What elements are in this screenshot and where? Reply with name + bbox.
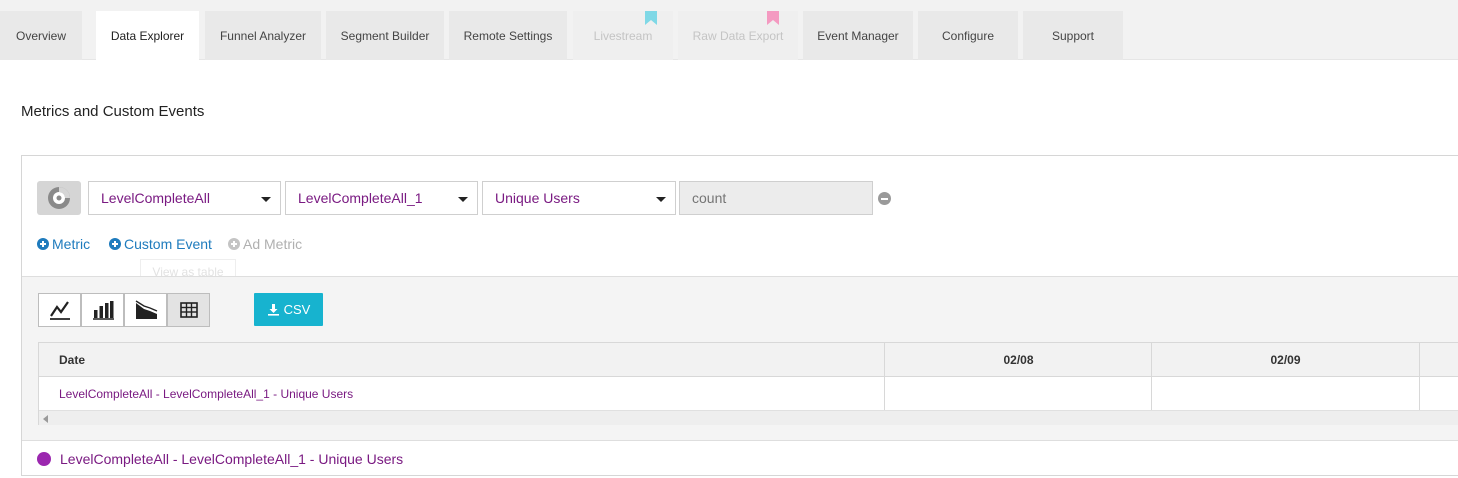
chevron-down-icon bbox=[458, 197, 468, 202]
table-row-label: LevelCompleteAll - LevelCompleteAll_1 - … bbox=[59, 386, 354, 401]
chevron-down-icon bbox=[261, 197, 271, 202]
plus-circle-icon bbox=[228, 238, 240, 250]
add-ad-metric-label: Ad Metric bbox=[243, 236, 303, 252]
count-input[interactable] bbox=[679, 181, 873, 215]
tab-event-manager[interactable]: Event Manager bbox=[803, 11, 913, 60]
add-metric-link[interactable]: Metric bbox=[37, 236, 90, 252]
table-view-button[interactable] bbox=[167, 293, 210, 327]
tab-raw-data-export-label: Raw Data Export bbox=[692, 28, 784, 43]
bar-chart-view-button[interactable] bbox=[81, 293, 124, 327]
ribbon-icon bbox=[767, 11, 779, 25]
add-custom-event-label: Custom Event bbox=[124, 236, 212, 252]
legend-label: LevelCompleteAll - LevelCompleteAll_1 - … bbox=[60, 451, 404, 467]
tab-livestream-label: Livestream bbox=[593, 28, 653, 43]
tab-data-explorer[interactable]: Data Explorer bbox=[96, 11, 199, 61]
data-table: Date 02/08 02/09 LevelCompleteAll - Leve… bbox=[38, 342, 1458, 425]
chevron-down-icon bbox=[656, 197, 666, 202]
event-select-value: LevelCompleteAll bbox=[101, 190, 210, 206]
page-title: Metrics and Custom Events bbox=[21, 103, 205, 120]
column-header-date: Date bbox=[59, 353, 86, 367]
measure-select[interactable]: Unique Users bbox=[482, 181, 676, 215]
tab-funnel-analyzer[interactable]: Funnel Analyzer bbox=[205, 11, 321, 60]
line-chart-icon bbox=[49, 301, 70, 320]
add-ad-metric-link[interactable]: Ad Metric bbox=[228, 236, 302, 252]
area-chart-icon bbox=[135, 300, 157, 319]
bar-chart-icon bbox=[92, 301, 114, 320]
event-select[interactable]: LevelCompleteAll bbox=[88, 181, 281, 215]
csv-download-button[interactable]: CSV bbox=[254, 293, 323, 326]
scroll-left-icon[interactable] bbox=[43, 415, 48, 423]
column-header-date-2: 02/09 bbox=[1270, 353, 1301, 367]
csv-label: CSV bbox=[283, 302, 311, 317]
plus-circle-icon bbox=[37, 238, 49, 250]
chart-legend[interactable]: LevelCompleteAll - LevelCompleteAll_1 - … bbox=[37, 451, 403, 467]
download-icon bbox=[267, 304, 279, 316]
plus-circle-icon bbox=[109, 238, 121, 250]
measure-select-value: Unique Users bbox=[495, 190, 580, 206]
tab-configure[interactable]: Configure bbox=[918, 11, 1018, 60]
top-nav-tabs: Overview Data Explorer Funnel Analyzer S… bbox=[0, 0, 1458, 61]
tab-overview[interactable]: Overview bbox=[0, 11, 82, 60]
param-select-value: LevelCompleteAll_1 bbox=[298, 190, 423, 206]
column-divider bbox=[1419, 343, 1420, 410]
legend-dot-icon bbox=[37, 452, 51, 466]
add-metric-label: Metric bbox=[52, 236, 91, 252]
table-cell bbox=[1152, 377, 1419, 410]
line-chart-view-button[interactable] bbox=[38, 293, 81, 327]
tab-raw-data-export[interactable]: Raw Data Export bbox=[678, 11, 798, 60]
remove-metric-button[interactable] bbox=[878, 192, 891, 205]
table-icon bbox=[179, 302, 198, 318]
param-select[interactable]: LevelCompleteAll_1 bbox=[285, 181, 478, 215]
table-cell bbox=[885, 377, 1152, 410]
tab-support[interactable]: Support bbox=[1023, 11, 1123, 60]
column-header-date-1: 02/08 bbox=[1003, 353, 1034, 367]
horizontal-scrollbar[interactable] bbox=[39, 410, 1458, 425]
add-custom-event-link[interactable]: Custom Event bbox=[109, 236, 212, 252]
pie-chart-icon[interactable] bbox=[37, 181, 81, 215]
tab-livestream[interactable]: Livestream bbox=[573, 11, 673, 60]
results-area: CSV Date 02/08 02/09 LevelCompleteAll - … bbox=[22, 276, 1458, 441]
tab-remote-settings[interactable]: Remote Settings bbox=[449, 11, 567, 60]
area-chart-view-button[interactable] bbox=[124, 293, 167, 327]
metrics-panel: LevelCompleteAll LevelCompleteAll_1 Uniq… bbox=[21, 155, 1458, 476]
tab-segment-builder[interactable]: Segment Builder bbox=[326, 11, 444, 60]
ribbon-icon bbox=[645, 11, 657, 25]
